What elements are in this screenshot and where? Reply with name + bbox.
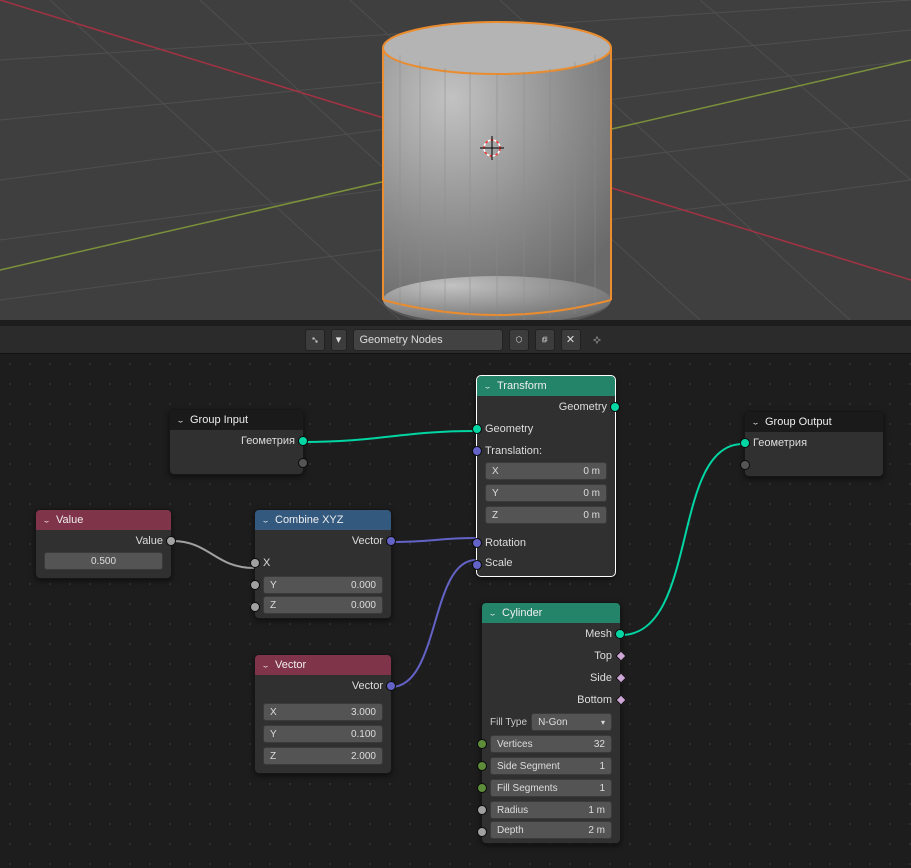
socket-geometry-out[interactable] [298, 436, 308, 446]
socket-label: Translation: [485, 445, 542, 457]
tx-field[interactable]: X0 m [485, 462, 607, 480]
x-field[interactable]: X3.000 [263, 703, 383, 721]
chevron-down-icon[interactable]: ▾ [331, 329, 347, 351]
socket-translation-in[interactable] [472, 446, 482, 456]
node-transform[interactable]: ⌄Transform Geometry Geometry Translation… [476, 375, 616, 577]
z-field[interactable]: Z0.000 [263, 596, 383, 614]
socket-depth-in[interactable] [477, 827, 487, 837]
socket-label: Value [136, 535, 163, 547]
socket-verts-in[interactable] [477, 739, 487, 749]
socket-scale-in[interactable] [472, 560, 482, 570]
node-title: Group Input [190, 414, 248, 426]
radius-field[interactable]: Radius1 m [490, 801, 612, 819]
fill-type-select[interactable]: N-Gon▾ [531, 713, 612, 731]
viewport-3d[interactable] [0, 0, 911, 320]
socket-label: Rotation [485, 537, 526, 549]
verts-field[interactable]: Vertices32 [490, 735, 612, 753]
viewport-scene [0, 0, 911, 320]
node-editor-header: ▾ Geometry Nodes ✕ [0, 326, 911, 354]
node-value[interactable]: ⌄Value Value 0.500 [35, 509, 172, 579]
node-vector[interactable]: ⌄Vector Vector X3.000 Y0.100 Z2.000 [254, 654, 392, 774]
ty-field[interactable]: Y0 m [485, 484, 607, 502]
node-tree-type-icon[interactable] [305, 329, 325, 351]
tz-field[interactable]: Z0 m [485, 506, 607, 524]
value-field[interactable]: 0.500 [44, 552, 163, 570]
socket-geo-out[interactable] [610, 402, 620, 412]
copy-icon[interactable] [535, 329, 555, 351]
socket-empty-out[interactable] [298, 458, 308, 468]
node-combine-xyz[interactable]: ⌄Combine XYZ Vector X Y0.000 Z0.000 [254, 509, 392, 619]
socket-label: Top [594, 650, 612, 662]
socket-label: Vector [352, 535, 383, 547]
node-tree-name-field[interactable]: Geometry Nodes [353, 329, 503, 351]
node-title: Combine XYZ [275, 514, 343, 526]
node-title: Cylinder [502, 607, 542, 619]
socket-rotation-in[interactable] [472, 538, 482, 548]
socket-label: Mesh [585, 628, 612, 640]
cylinder-object[interactable] [383, 22, 611, 320]
socket-geo-in[interactable] [472, 424, 482, 434]
node-cylinder[interactable]: ⌄Cylinder Mesh Top Side Bottom Fill Type… [481, 602, 621, 844]
fillseg-field[interactable]: Fill Segments1 [490, 779, 612, 797]
shield-icon[interactable] [509, 329, 529, 351]
node-title: Vector [275, 659, 306, 671]
sideseg-field[interactable]: Side Segment1 [490, 757, 612, 775]
depth-field[interactable]: Depth2 m [490, 821, 612, 839]
socket-fillseg-in[interactable] [477, 783, 487, 793]
socket-label: X [263, 557, 270, 569]
node-group-output[interactable]: ⌄Group Output Геометрия [744, 411, 884, 477]
socket-label: Geometry [485, 423, 533, 435]
socket-z-in[interactable] [250, 602, 260, 612]
socket-label: Геометрия [241, 435, 295, 447]
fill-type-label: Fill Type [490, 717, 527, 728]
node-title: Group Output [765, 416, 832, 428]
y-field[interactable]: Y0.100 [263, 725, 383, 743]
socket-label: Vector [352, 680, 383, 692]
node-group-input[interactable]: ⌄Group Input Геометрия [169, 409, 304, 475]
z-field[interactable]: Z2.000 [263, 747, 383, 765]
y-field[interactable]: Y0.000 [263, 576, 383, 594]
socket-vector-out[interactable] [386, 681, 396, 691]
socket-sideseg-in[interactable] [477, 761, 487, 771]
socket-label: Geometry [559, 401, 607, 413]
socket-label: Side [590, 672, 612, 684]
socket-mesh-out[interactable] [615, 629, 625, 639]
socket-empty-in[interactable] [740, 460, 750, 470]
close-icon[interactable]: ✕ [561, 329, 581, 351]
socket-vector-out[interactable] [386, 536, 396, 546]
socket-value-out[interactable] [166, 536, 176, 546]
socket-y-in[interactable] [250, 580, 260, 590]
node-editor[interactable]: ⌄Group Input Геометрия ⌄Value Value 0.50… [0, 354, 911, 868]
socket-label: Геометрия [753, 437, 807, 449]
socket-radius-in[interactable] [477, 805, 487, 815]
socket-x-in[interactable] [250, 558, 260, 568]
node-title: Transform [497, 380, 547, 392]
node-title: Value [56, 514, 83, 526]
socket-label: Bottom [577, 694, 612, 706]
pin-icon[interactable] [587, 329, 607, 351]
socket-label: Scale [485, 557, 513, 569]
socket-geo-in[interactable] [740, 438, 750, 448]
